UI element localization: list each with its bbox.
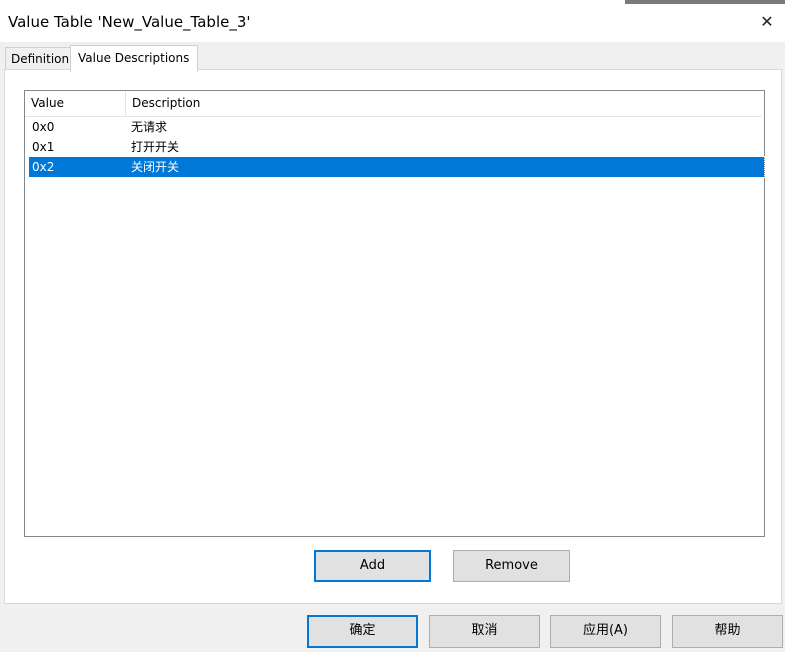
cell-value: 0x1	[32, 140, 55, 154]
remove-button[interactable]: Remove	[453, 550, 570, 582]
column-header-description[interactable]: Description	[126, 91, 762, 116]
tab-panel: Value Description 0x0 无请求 0x1 打开开关 0x2 关…	[4, 69, 782, 604]
add-button[interactable]: Add	[314, 550, 431, 582]
cancel-button[interactable]: 取消	[429, 615, 540, 648]
tab-strip: Definition Value Descriptions	[0, 42, 785, 72]
list-header: Value Description	[25, 91, 762, 117]
ok-button[interactable]: 确定	[307, 615, 418, 648]
title-bar: Value Table 'New_Value_Table_3' ✕	[0, 0, 785, 42]
value-descriptions-list[interactable]: Value Description 0x0 无请求 0x1 打开开关 0x2 关…	[24, 90, 765, 537]
apply-button[interactable]: 应用(A)	[550, 615, 661, 648]
tab-value-descriptions[interactable]: Value Descriptions	[70, 45, 198, 72]
title-bar-accent	[625, 0, 785, 4]
cell-description: 无请求	[131, 120, 168, 134]
close-icon[interactable]: ✕	[752, 8, 782, 36]
cell-value: 0x0	[32, 120, 55, 134]
table-row[interactable]: 0x1 打开开关	[29, 137, 764, 157]
column-header-value[interactable]: Value	[25, 91, 126, 116]
cell-description: 关闭开关	[131, 160, 180, 174]
cell-description: 打开开关	[131, 140, 180, 154]
table-row-selected[interactable]: 0x2 关闭开关	[28, 156, 765, 178]
window-title: Value Table 'New_Value_Table_3'	[8, 13, 251, 31]
help-button[interactable]: 帮助	[672, 615, 783, 648]
tab-definition[interactable]: Definition	[5, 47, 71, 70]
table-row[interactable]: 0x0 无请求	[29, 117, 764, 137]
cell-value: 0x2	[32, 160, 55, 174]
